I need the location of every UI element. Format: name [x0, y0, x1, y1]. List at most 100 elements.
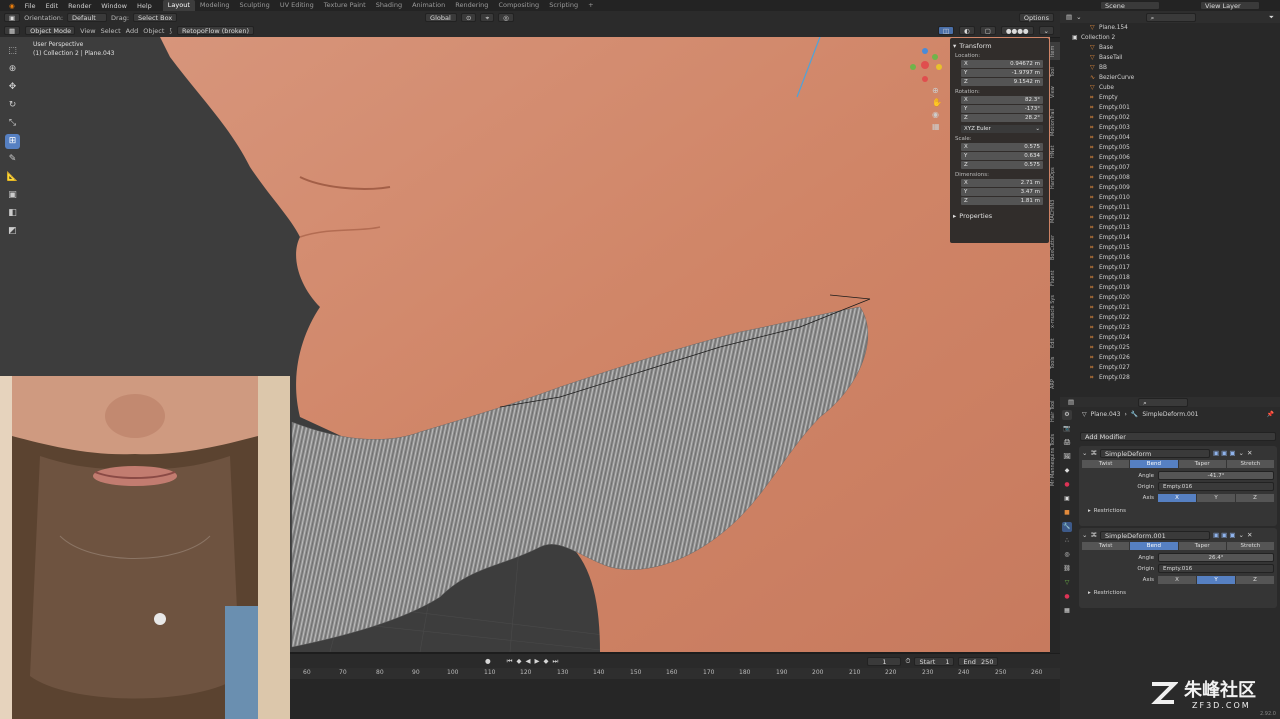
outliner-item[interactable]: ⌗ Empty.006: [1090, 153, 1280, 163]
mode-bend[interactable]: Bend: [1130, 542, 1178, 550]
outliner-item[interactable]: ⌗ Empty.011: [1090, 203, 1280, 213]
outliner-item[interactable]: ⌗ Empty.026: [1090, 353, 1280, 363]
outliner-item[interactable]: ⌗ Empty.003: [1090, 123, 1280, 133]
object-tab-icon[interactable]: ■: [1062, 508, 1072, 518]
particles-tab-icon[interactable]: ∴: [1062, 536, 1072, 546]
rotation-z-field[interactable]: Z 28.2°: [961, 114, 1043, 122]
outliner-filter-icon[interactable]: ⌄: [1076, 13, 1081, 21]
editor-type-icon[interactable]: ▦: [4, 26, 21, 35]
tool-tab-icon[interactable]: ⚙: [1062, 410, 1072, 420]
orientation-dropdown[interactable]: Default: [67, 13, 108, 22]
axis-x[interactable]: X: [1158, 493, 1196, 502]
mode-stretch[interactable]: Stretch: [1226, 460, 1274, 468]
outliner-item[interactable]: ⌗ Empty.002: [1090, 113, 1280, 123]
menu-help[interactable]: Help: [132, 2, 157, 10]
outliner-item[interactable]: ⌗ Empty.012: [1090, 213, 1280, 223]
menu-object[interactable]: Object: [143, 27, 164, 35]
scale-icon[interactable]: ⤡: [5, 116, 20, 131]
perspective-toggle-icon[interactable]: ▦: [932, 121, 942, 133]
outliner-item[interactable]: ⌗ Empty.007: [1090, 163, 1280, 173]
tool-extra-2-icon[interactable]: ◩: [5, 224, 20, 239]
axis-y[interactable]: Y: [1197, 493, 1235, 502]
outliner-item[interactable]: ▽ BB: [1090, 63, 1280, 73]
add-workspace-icon[interactable]: +: [583, 0, 598, 11]
timeline-track-area[interactable]: [290, 679, 1060, 719]
modifier-name-field[interactable]: SimpleDeform: [1099, 448, 1210, 458]
outliner-item[interactable]: ⌗ Empty.013: [1090, 223, 1280, 233]
side-tab-x-muscle[interactable]: x-muscle Sys: [1050, 292, 1060, 332]
record-icon[interactable]: ●: [485, 657, 491, 665]
side-tab-hnet[interactable]: HNet: [1050, 144, 1060, 160]
outliner-collection[interactable]: ▣ Collection 2: [1072, 33, 1280, 43]
scale-x-field[interactable]: X 0.575: [961, 143, 1043, 151]
axis-y[interactable]: Y: [1197, 575, 1235, 584]
outliner-item[interactable]: ▽ Cube: [1090, 83, 1280, 93]
render-tab-icon[interactable]: 📷: [1062, 424, 1072, 434]
menu-file[interactable]: File: [20, 2, 41, 10]
restrictions-row[interactable]: ▸ Restrictions: [1082, 506, 1274, 516]
scene-tab-icon[interactable]: ◆: [1062, 466, 1072, 476]
rotate-icon[interactable]: ↻: [5, 98, 20, 113]
outliner-item[interactable]: ∿ BezierCurve: [1090, 73, 1280, 83]
transform-orientation-dropdown[interactable]: Global: [425, 13, 458, 22]
angle-field[interactable]: -41.7°: [1158, 471, 1274, 480]
workspace-tab-scripting[interactable]: Scripting: [544, 0, 583, 11]
workspace-tab-animation[interactable]: Animation: [407, 0, 450, 11]
modifier-delete-icon[interactable]: ✕: [1247, 449, 1252, 457]
side-tab-arp[interactable]: ARP: [1050, 376, 1060, 392]
properties-search-input[interactable]: ⌕: [1138, 397, 1189, 407]
collapse-icon[interactable]: ⌄: [1082, 531, 1087, 539]
move-icon[interactable]: ✥: [5, 80, 20, 95]
location-x-field[interactable]: X 0.94672 m: [961, 60, 1043, 68]
view-layer-selector[interactable]: View Layer: [1200, 1, 1260, 10]
outliner-search-input[interactable]: ⌕: [1145, 12, 1196, 22]
axis-z[interactable]: Z: [1236, 575, 1274, 584]
outliner-item[interactable]: ▽ Plane.154: [1090, 23, 1280, 33]
transform-header[interactable]: ▾ Transform: [953, 41, 1046, 50]
modifier-menu-icon[interactable]: ⌄: [1239, 531, 1244, 539]
view-layer-tab-icon[interactable]: 🖼: [1062, 452, 1072, 462]
outliner-item[interactable]: ⌗ Empty.001: [1090, 103, 1280, 113]
outliner-item[interactable]: ⌗ Empty.027: [1090, 363, 1280, 373]
modifier-visibility-icons[interactable]: ▣ ▣ ▣: [1213, 531, 1236, 539]
select-mode-icon[interactable]: ▣: [4, 13, 21, 22]
zoom-icon[interactable]: ⊕: [932, 85, 942, 97]
axis-x[interactable]: X: [1158, 575, 1196, 584]
menu-window[interactable]: Window: [96, 2, 132, 10]
outliner-item[interactable]: ⌗ Empty.019: [1090, 283, 1280, 293]
side-tab-edit[interactable]: Edit: [1050, 336, 1060, 350]
outliner-item[interactable]: ⌗ Empty.008: [1090, 173, 1280, 183]
shading-modes-icon[interactable]: ●●●●: [1000, 26, 1034, 35]
menu-add[interactable]: Add: [126, 27, 139, 35]
retopoflow-dropdown[interactable]: RetopoFlow (broken): [176, 26, 255, 35]
mode-twist[interactable]: Twist: [1082, 542, 1130, 550]
drag-dropdown[interactable]: Select Box: [133, 13, 178, 22]
origin-field[interactable]: Empty.016: [1158, 482, 1274, 491]
add-cube-icon[interactable]: ▣: [5, 188, 20, 203]
menu-render[interactable]: Render: [63, 2, 96, 10]
outliner-item[interactable]: ⌗ Empty.028: [1090, 373, 1280, 383]
modifier-tab-icon[interactable]: 🔧: [1062, 522, 1072, 532]
dimensions-y-field[interactable]: Y 3.47 m: [961, 188, 1043, 196]
world-tab-icon[interactable]: ●: [1062, 480, 1072, 490]
options-dropdown[interactable]: Options: [1018, 13, 1054, 22]
outliner-item[interactable]: ⌗ Empty.015: [1090, 243, 1280, 253]
scale-y-field[interactable]: Y 0.634: [961, 152, 1043, 160]
side-tab-hardops[interactable]: HardOps: [1050, 164, 1060, 192]
side-tab-boxcutter[interactable]: BoxCutter: [1050, 230, 1060, 264]
side-tab-tool[interactable]: Tool: [1050, 64, 1060, 80]
prev-key-icon[interactable]: ◆: [517, 657, 522, 665]
proportional-edit-icon[interactable]: ◎: [498, 13, 514, 22]
jump-start-icon[interactable]: ⏮: [507, 657, 513, 666]
overlay-icon[interactable]: ◐: [959, 26, 975, 35]
angle-field[interactable]: 26.4°: [1158, 553, 1274, 562]
material-tab-icon[interactable]: ●: [1062, 592, 1072, 602]
outliner-item[interactable]: ⌗ Empty.004: [1090, 133, 1280, 143]
mode-bend[interactable]: Bend: [1130, 460, 1178, 468]
outliner-item[interactable]: ⌗ Empty.005: [1090, 143, 1280, 153]
next-key-icon[interactable]: ◆: [544, 657, 549, 665]
outliner-item[interactable]: ⌗ Empty.025: [1090, 343, 1280, 353]
side-tab-view[interactable]: View: [1050, 84, 1060, 100]
collapse-icon[interactable]: ⌄: [1082, 449, 1087, 457]
outliner-item[interactable]: ⌗ Empty.022: [1090, 313, 1280, 323]
